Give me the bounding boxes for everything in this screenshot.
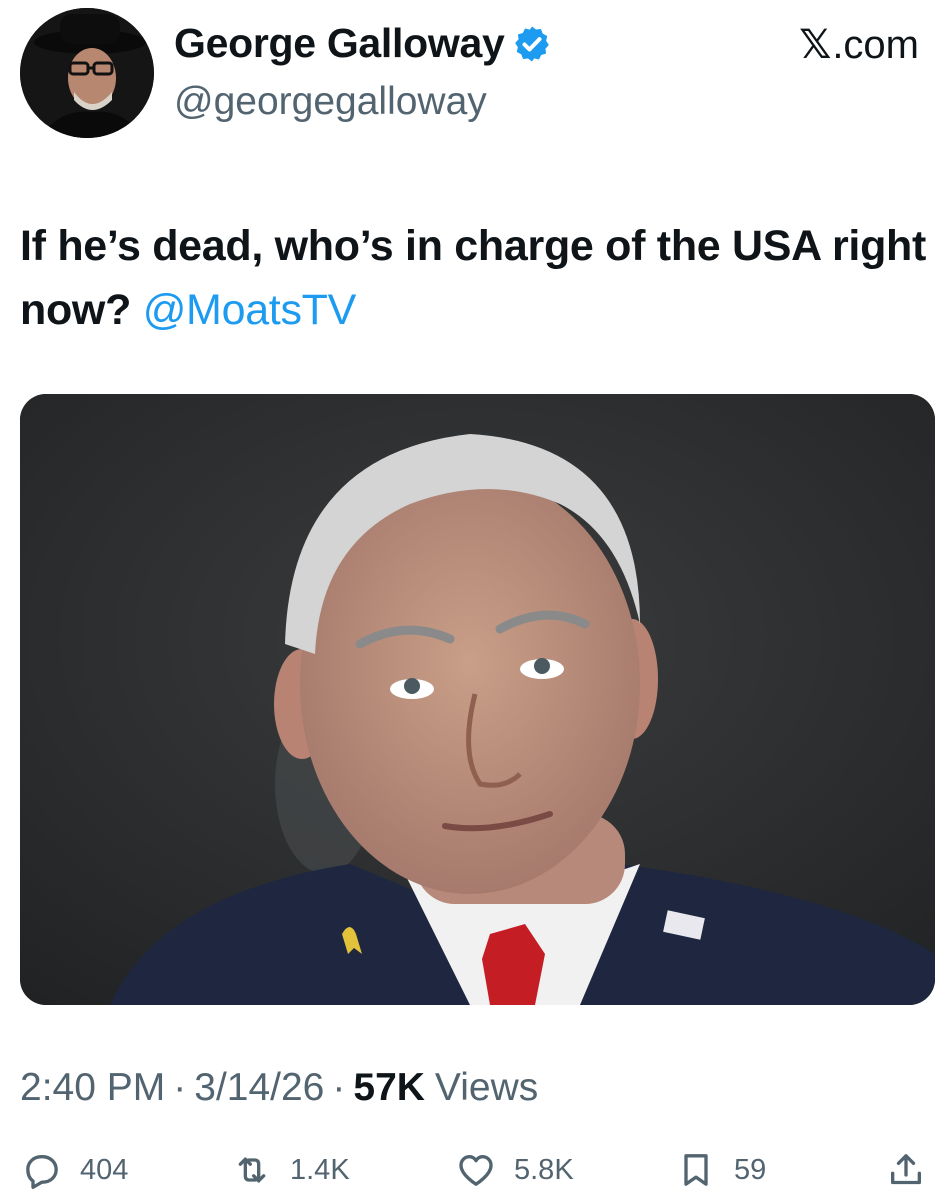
avatar[interactable] [20, 8, 154, 138]
x-logo-icon: 𝕏 [799, 22, 832, 68]
tweet-meta: 2:40 PM · 3/14/26 · 57K Views [20, 1066, 538, 1110]
photo-portrait [20, 394, 935, 1005]
bookmark-count: 59 [734, 1153, 767, 1186]
share-icon [891, 1154, 921, 1185]
meta-separator: · [173, 1066, 187, 1109]
tweet-media-photo[interactable] [20, 394, 935, 1005]
brand-label: 𝕏 .com [799, 22, 919, 68]
tweet-date[interactable]: 3/14/26 [194, 1066, 324, 1110]
brand-domain: .com [832, 23, 919, 67]
like-count: 5.8K [514, 1153, 574, 1186]
reply-count: 404 [80, 1153, 129, 1186]
reply-icon [26, 1155, 58, 1189]
repost-count: 1.4K [290, 1153, 350, 1186]
bookmark-button[interactable]: 59 [676, 1150, 766, 1190]
tweet-time[interactable]: 2:40 PM [20, 1066, 165, 1110]
avatar-image [20, 8, 154, 138]
author-row[interactable]: George Galloway [174, 20, 552, 67]
tweet-text: If he’s dead, who’s in charge of the USA… [20, 214, 940, 342]
repost-icon [238, 1157, 266, 1183]
like-button[interactable]: 5.8K [456, 1150, 574, 1190]
views-count[interactable]: 57K [353, 1066, 425, 1110]
share-button[interactable] [886, 1150, 926, 1190]
heart-icon [459, 1155, 493, 1186]
bookmark-icon [684, 1154, 708, 1186]
meta-separator: · [332, 1066, 346, 1109]
reply-button[interactable]: 404 [22, 1150, 128, 1190]
action-bar: 404 1.4K 5.8K 59 [0, 1150, 949, 1200]
mention-link[interactable]: @MoatsTV [143, 286, 357, 334]
repost-button[interactable]: 1.4K [232, 1150, 350, 1190]
views-label: Views [434, 1066, 539, 1109]
author-handle[interactable]: @georgegalloway [174, 80, 487, 124]
author-display-name[interactable]: George Galloway [174, 20, 505, 67]
verified-badge-icon [515, 26, 550, 61]
